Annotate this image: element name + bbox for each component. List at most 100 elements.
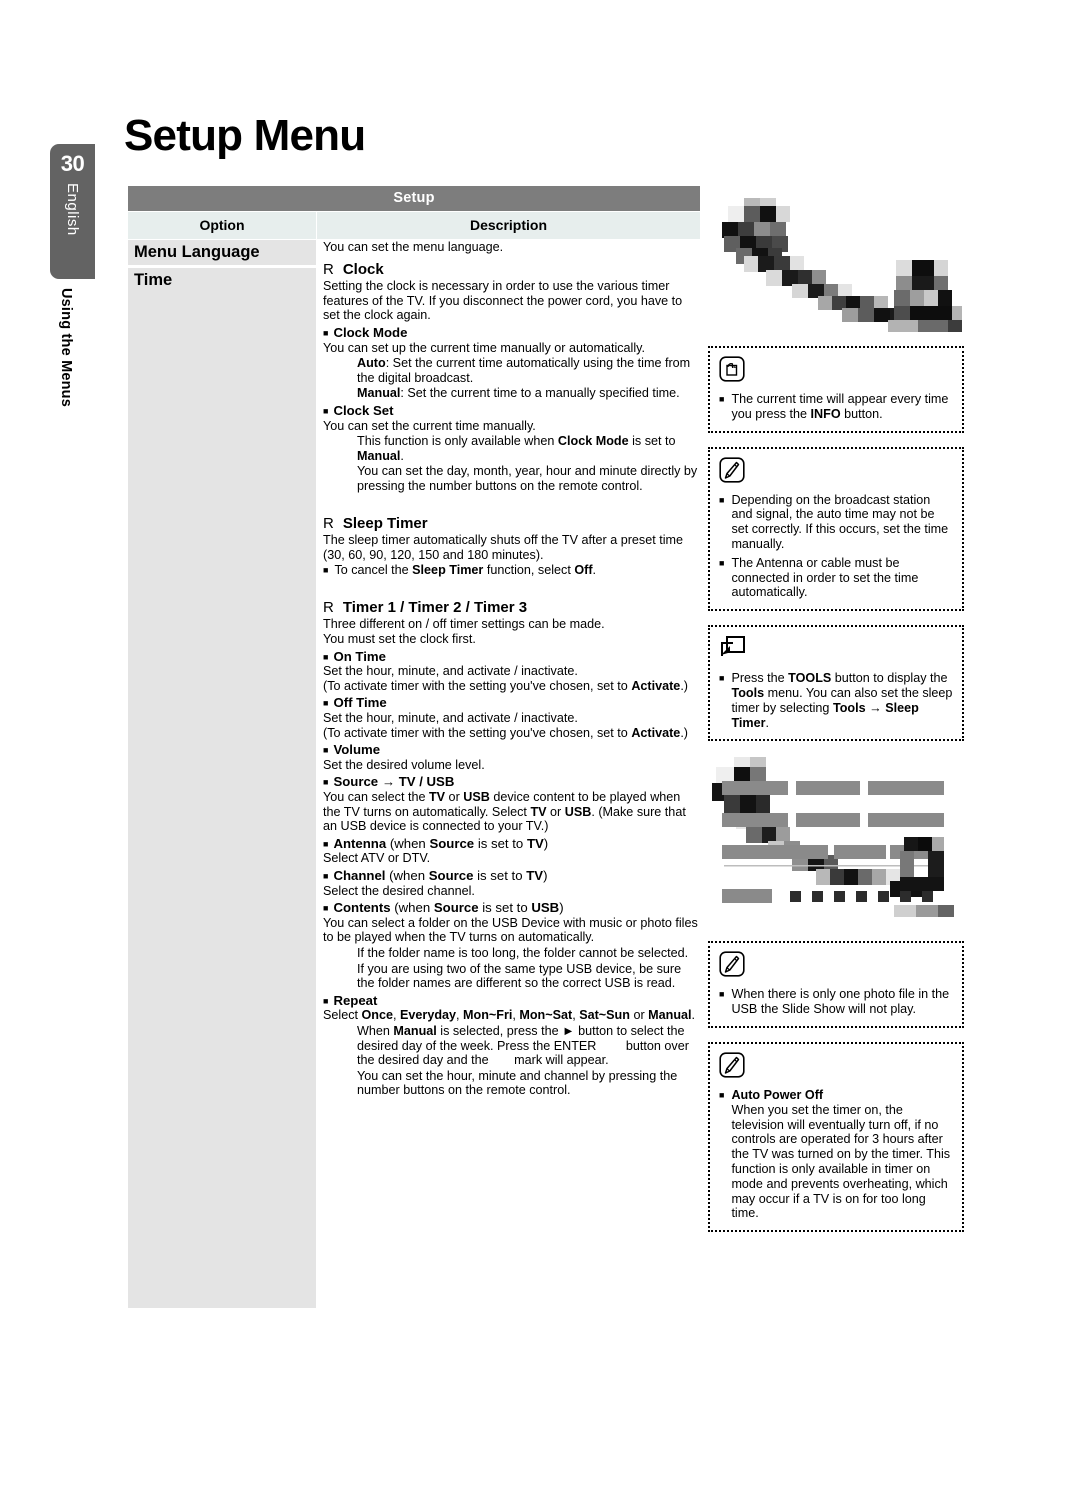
source-head-a: Source (333, 774, 379, 790)
volume-head: Volume (323, 742, 700, 758)
on-time-head-label: On Time (333, 648, 386, 664)
note-box-tools: Press the TOOLS button to display the To… (708, 625, 964, 742)
bullet-square-icon (719, 671, 724, 730)
ant-f: ) (543, 835, 549, 851)
note-text: Depending on the broadcast station and s… (731, 492, 949, 551)
timers-intro1: Three different on / off timer settings … (323, 617, 605, 632)
rp-4: Mon~Sat (519, 1008, 573, 1023)
rp-dot: . (691, 1008, 696, 1023)
redacted-screenshot-bottom (708, 755, 964, 928)
co-c: Source (433, 900, 479, 916)
ni-bold: INFO (810, 406, 841, 421)
ch-b: (when (385, 867, 429, 883)
nt-3: button to display the (831, 671, 948, 686)
co-a: Contents (333, 900, 391, 916)
rn-b: Manual (393, 1023, 437, 1038)
clock-set-note2: You can set the day, month, year, hour a… (357, 464, 698, 493)
clock-set-head: Clock Set (323, 402, 700, 419)
bullet-square-icon (323, 406, 328, 416)
sleep-timer-intro: The sleep timer automatically shuts off … (323, 533, 684, 562)
manual-label: Manual (357, 386, 401, 401)
arrow-right-icon: → (381, 774, 396, 790)
nt-4: Tools (731, 685, 765, 700)
note-text: Auto Power Off When you set the timer on… (731, 1088, 953, 1221)
rn-f: mark will appear. (510, 1053, 609, 1068)
repeat-note2: You can set the hour, minute and channel… (357, 1068, 678, 1098)
bullet-square-icon (719, 1088, 724, 1221)
on-time-2b: Activate (631, 678, 681, 693)
off-time-head-label: Off Time (333, 695, 387, 711)
table-title: Setup (128, 186, 700, 211)
clock-mode-line: You can set up the current time manually… (323, 340, 646, 355)
off-time-line2: (To activate timer with the setting you'… (323, 726, 700, 741)
note-text: When there is only one photo file in the… (731, 987, 950, 1017)
note-pencil-icon (719, 951, 953, 982)
heading-sleep-timer: R Sleep Timer (323, 514, 700, 532)
cancel-d: Off (574, 563, 593, 578)
rn-a: When (357, 1023, 394, 1038)
bullet-square-icon (323, 328, 328, 338)
co-b: (when (390, 900, 434, 916)
timers-intro2: You must set the clock first. (323, 632, 476, 647)
ch-d: is set to (473, 867, 527, 883)
cancel-c: function, select (483, 563, 575, 578)
off-time-2b: Activate (631, 725, 681, 740)
bullet-square-icon (719, 987, 724, 1017)
contents-head: Contents (when Source is set to USB) (323, 900, 700, 916)
clock-mode-head-label: Clock Mode (333, 324, 408, 340)
rp-sel: Select (323, 1008, 362, 1023)
volume-head-label: Volume (333, 742, 381, 758)
page-title: Setup Menu (124, 111, 366, 160)
on-time-head: On Time (323, 648, 700, 665)
note-box-info: The current time will appear every time … (708, 346, 964, 433)
clock-intro: Setting the clock is necessary in order … (323, 279, 683, 323)
note-item: The Antenna or cable must be connected i… (719, 556, 953, 600)
ch-e: TV (526, 867, 544, 883)
tools-cursor-icon (719, 635, 953, 666)
ch-a: Channel (333, 867, 386, 883)
page-side-tab: 30 English (50, 144, 95, 279)
note-text: Press the TOOLS button to display the To… (731, 671, 953, 730)
rp-2: Everyday (400, 1008, 457, 1023)
bullet-square-icon (323, 652, 328, 662)
off-time-head: Off Time (323, 696, 700, 711)
note-box-auto-power-off: Auto Power Off When you set the timer on… (708, 1041, 964, 1233)
nt-2: TOOLS (788, 671, 832, 686)
note-box-broadcast: Depending on the broadcast station and s… (708, 446, 964, 612)
heading-sleep-timer-label: Sleep Timer (342, 514, 428, 532)
arrow-right-icon: → (865, 700, 886, 715)
nt-8: . (765, 715, 770, 730)
clock-set-head-label: Clock Set (333, 402, 394, 418)
co-f: ) (559, 900, 564, 916)
ch-f: ) (543, 867, 548, 883)
bullet-square-icon (719, 493, 724, 552)
note-text: The current time will appear every time … (731, 392, 953, 422)
off-time-2c: .) (680, 725, 689, 740)
clock-mode-head: Clock Mode (323, 324, 700, 341)
contents-note2: If you are using two of the same type US… (357, 961, 682, 991)
note-text: The Antenna or cable must be connected i… (731, 555, 919, 600)
on-time-2a: (To activate timer with the setting you'… (323, 678, 632, 693)
contents-line: You can select a folder on the USB Devic… (323, 915, 698, 945)
section-marker: R (323, 260, 334, 278)
nt-1: Press the (731, 671, 789, 686)
off-time-line1: Set the hour, minute, and activate / ina… (323, 711, 578, 726)
note-box-slideshow: When there is only one photo file in the… (708, 941, 964, 1028)
manual-text: : Set the current time to a manually spe… (400, 386, 680, 401)
sl3: or (445, 790, 464, 804)
rp-5: Sat~Sun (579, 1008, 630, 1023)
auto-text: : Set the current time automatically usi… (357, 356, 691, 385)
right-notes-column: The current time will appear every time … (708, 186, 964, 1246)
page-number: 30 (60, 151, 85, 176)
antenna-head: Antenna (when Source is set to TV) (323, 835, 700, 852)
sl8: USB (564, 804, 592, 819)
ch-c: Source (428, 867, 474, 883)
option-menu-language: Menu Language (128, 240, 316, 265)
bullet-square-icon (323, 745, 328, 755)
repeat-head: Repeat (323, 993, 700, 1009)
repeat-note1: When Manual is selected, press the ► but… (323, 1024, 700, 1068)
auto-power-off-body: When you set the timer on, the televisio… (731, 1102, 951, 1221)
note-item: The current time will appear every time … (719, 392, 953, 422)
arrow-right-icon: ► (562, 1023, 575, 1038)
